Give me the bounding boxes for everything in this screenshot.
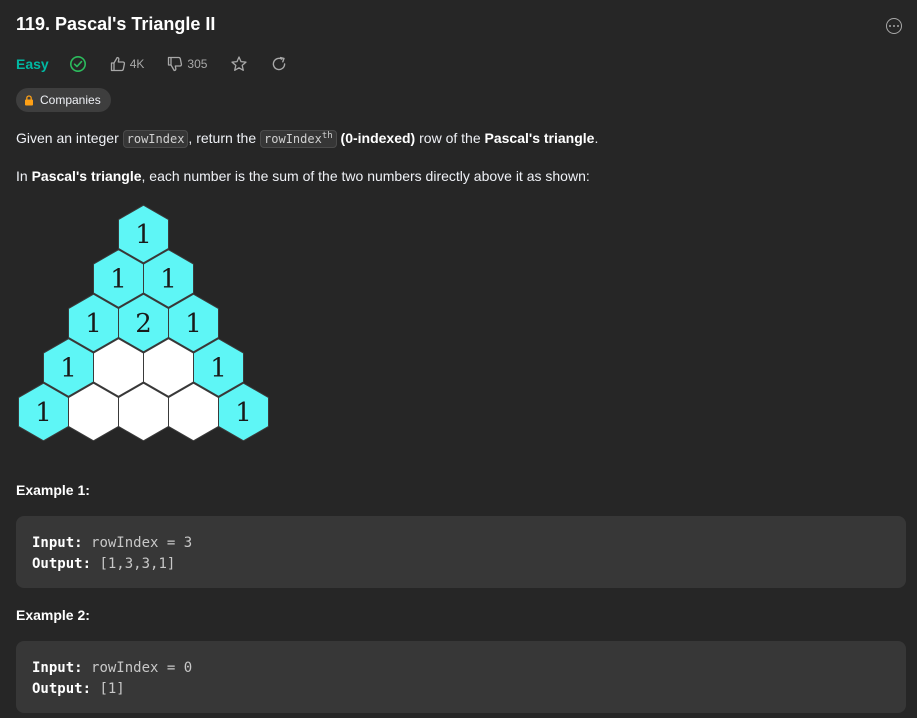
example-1-title: Example 1:	[16, 482, 90, 498]
code-text: rowIndex	[264, 132, 322, 146]
text-span: row of the	[415, 130, 485, 146]
difficulty-badge: Easy	[16, 56, 49, 72]
triangle-cell-value: 1	[210, 354, 227, 384]
share-icon	[273, 56, 286, 71]
triangle-cell-value: 1	[35, 398, 52, 428]
share-button[interactable]	[270, 55, 288, 73]
triangle-cell-value: 1	[160, 265, 177, 295]
problem-meta-row: Easy 4K 305	[16, 54, 288, 74]
text-span: In	[16, 168, 32, 184]
like-button[interactable]: 4K	[109, 55, 145, 73]
pascal-triangle-figure: 11 11 2 11 11 1	[18, 204, 269, 441]
output-label: Output:	[32, 556, 92, 572]
text-span: , return the	[188, 130, 261, 146]
example-1-box: Input: rowIndex = 3 Output: [1,3,3,1]	[16, 516, 906, 588]
example-2-title: Example 2:	[16, 607, 90, 623]
companies-label: Companies	[40, 93, 101, 107]
inline-code-rowindex: rowIndex	[122, 130, 189, 148]
example-2-input-line: Input: rowIndex = 0	[32, 658, 890, 679]
triangle-cell-value: 1	[110, 265, 127, 295]
text-span: .	[594, 130, 599, 146]
thumbs-up-icon	[110, 56, 125, 72]
example-1-output-line: Output: [1,3,3,1]	[32, 554, 890, 575]
triangle-cell-value: 1	[185, 309, 202, 339]
lock-icon	[25, 94, 33, 105]
input-label: Input:	[32, 660, 83, 676]
text-span: , each number is the sum of the two numb…	[141, 168, 590, 184]
input-value: rowIndex = 3	[91, 535, 193, 551]
triangle-cell-value: 1	[85, 309, 102, 339]
like-count: 4K	[129, 57, 145, 71]
thumbs-down-icon	[168, 56, 183, 72]
example-2-output-line: Output: [1]	[32, 679, 890, 700]
bold-text: Pascal's triangle	[484, 130, 595, 146]
problem-title: 119. Pascal's Triangle II	[16, 14, 216, 34]
dislike-button[interactable]: 305	[166, 55, 207, 73]
output-value: [1]	[99, 681, 125, 697]
example-2-box: Input: rowIndex = 0 Output: [1]	[16, 641, 906, 713]
triangle-cell-value: 1	[60, 354, 77, 384]
bold-text: (0-indexed)	[340, 130, 416, 146]
triangle-cell-value: 1	[235, 398, 252, 428]
output-value: [1,3,3,1]	[99, 556, 176, 572]
companies-tag[interactable]: Companies	[16, 88, 111, 112]
star-icon	[231, 56, 248, 71]
description-paragraph-1: Given an integer rowIndex, return the ro…	[16, 130, 599, 148]
favorite-button[interactable]	[230, 55, 248, 73]
solved-check-icon	[69, 55, 87, 73]
text-span: Given an integer	[16, 130, 123, 146]
description-paragraph-2: In Pascal's triangle, each number is the…	[16, 168, 590, 184]
output-label: Output:	[32, 681, 92, 697]
input-value: rowIndex = 0	[91, 660, 193, 676]
input-label: Input:	[32, 535, 83, 551]
triangle-cell-value: 1	[135, 220, 152, 250]
bold-text: Pascal's triangle	[31, 168, 142, 184]
more-options-icon[interactable]	[886, 18, 902, 34]
code-sup: th	[321, 131, 333, 141]
dislike-count: 305	[187, 57, 208, 71]
triangle-cell-value: 2	[135, 309, 152, 339]
example-1-input-line: Input: rowIndex = 3	[32, 533, 890, 554]
inline-code-rowindex-th: rowIndexth	[260, 130, 337, 148]
